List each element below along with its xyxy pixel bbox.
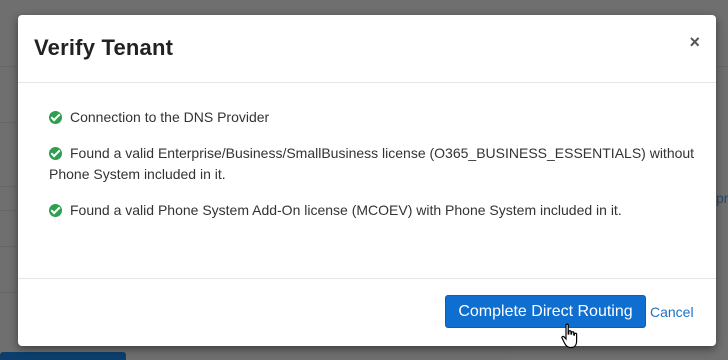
- background-partial-text: pr: [716, 190, 728, 206]
- dialog-header: Verify Tenant ×: [18, 15, 716, 83]
- hand-pointer-icon: [561, 323, 578, 349]
- check-item-text: Found a valid Enterprise/Business/SmallB…: [49, 145, 695, 182]
- check-item-text: Connection to the DNS Provider: [70, 109, 270, 125]
- verify-tenant-dialog: Verify Tenant × Connection to the DNS Pr…: [18, 15, 716, 346]
- check-item-text: Found a valid Phone System Add-On licens…: [70, 202, 622, 218]
- check-item: Connection to the DNS Provider: [49, 107, 700, 128]
- dialog-body: Connection to the DNS Provider Found a v…: [18, 83, 716, 279]
- background-button: [0, 352, 126, 360]
- complete-direct-routing-button[interactable]: Complete Direct Routing: [445, 295, 646, 328]
- check-circle-icon: [49, 204, 62, 217]
- check-circle-icon: [49, 111, 62, 124]
- close-button[interactable]: ×: [689, 33, 700, 51]
- cancel-link[interactable]: Cancel: [650, 304, 694, 320]
- check-item: Found a valid Phone System Add-On licens…: [49, 200, 700, 221]
- dialog-footer: Complete Direct Routing Cancel: [18, 279, 716, 345]
- check-item: Found a valid Enterprise/Business/SmallB…: [49, 143, 700, 185]
- check-circle-icon: [49, 147, 62, 160]
- dialog-title: Verify Tenant: [34, 35, 174, 60]
